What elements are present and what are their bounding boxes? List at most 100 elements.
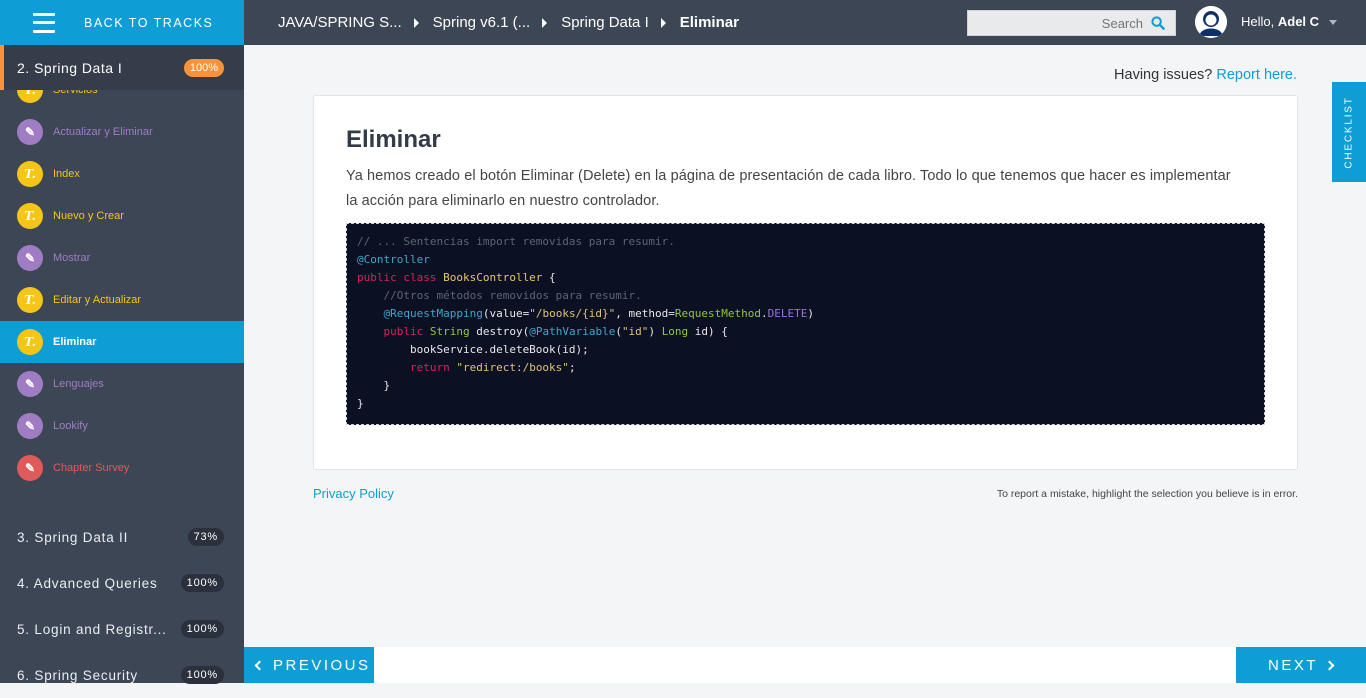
code-token: "id": [621, 325, 649, 338]
hamburger-menu-icon[interactable]: [33, 12, 55, 33]
checklist-label: CHECKLIST: [1343, 95, 1355, 169]
sidebar: BACK TO TRACKS 2. Spring Data I 100% T. S…: [0, 0, 244, 684]
lesson-label: Index: [53, 168, 80, 180]
code-line: bookService.deleteBook(id);: [357, 341, 1254, 359]
back-to-tracks-link[interactable]: BACK TO TRACKS: [84, 16, 213, 30]
code-token: {: [542, 271, 556, 284]
chevron-right-icon: [1324, 660, 1335, 670]
code-token: .: [761, 307, 768, 320]
privacy-policy-link[interactable]: Privacy Policy: [313, 486, 394, 501]
breadcrumb-chapter[interactable]: Spring Data I: [561, 14, 649, 31]
checklist-tab[interactable]: CHECKLIST: [1332, 82, 1366, 182]
user-name: Adel C: [1277, 14, 1320, 29]
search-input[interactable]: [993, 15, 1143, 31]
code-block: // ... Sentencias import removidas para …: [346, 223, 1265, 425]
search-icon[interactable]: [1151, 16, 1165, 30]
page-title: Eliminar: [346, 126, 441, 153]
code-token: @RequestMapping: [383, 307, 483, 320]
breadcrumb-course[interactable]: Spring v6.1 (...: [433, 14, 531, 31]
progress-badge: 100%: [180, 620, 224, 638]
code-token: RequestMethod: [674, 307, 761, 320]
lesson-item[interactable]: ✎ Lenguajes: [0, 363, 244, 405]
code-token: destroy(: [469, 325, 530, 338]
code-line: public String destroy(@PathVariable("id"…: [357, 323, 1254, 341]
next-label: NEXT: [1268, 656, 1319, 674]
code-token: }: [357, 379, 391, 392]
code-token: (: [615, 325, 622, 338]
text-lesson-icon: T.: [17, 90, 43, 103]
lesson-label: Editar y Actualizar: [53, 294, 142, 306]
caret-right-icon: [542, 17, 548, 28]
main-content: Having issues? Report here. Eliminar Ya …: [244, 45, 1366, 647]
code-line: }: [357, 377, 1254, 395]
progress-badge: 100%: [180, 574, 224, 592]
chapter-item[interactable]: 5. Login and Registr... 100%: [0, 606, 244, 652]
text-lesson-icon: T.: [17, 287, 43, 313]
user-menu[interactable]: Hello, Adel C: [1241, 14, 1337, 29]
current-chapter[interactable]: 2. Spring Data I 100%: [0, 45, 244, 90]
breadcrumb-track[interactable]: JAVA/SPRING S...: [278, 14, 402, 31]
code-token: @PathVariable: [529, 325, 616, 338]
lesson-item[interactable]: ✎ Chapter Survey: [0, 447, 244, 489]
lesson-label: Lenguajes: [53, 378, 104, 390]
lesson-item[interactable]: T. Index: [0, 153, 244, 195]
search-box[interactable]: [967, 10, 1176, 36]
caret-down-icon[interactable]: [1328, 20, 1337, 26]
chapter-title: 5. Login and Registr...: [17, 621, 167, 637]
code-token: DELETE: [767, 307, 808, 320]
code-line: }: [357, 395, 1254, 413]
caret-right-icon: [413, 17, 419, 28]
text-lesson-icon: T.: [17, 203, 43, 229]
code-line: @Controller: [357, 251, 1254, 269]
lesson-item[interactable]: T. Nuevo y Crear: [0, 195, 244, 237]
lesson-card: Eliminar Ya hemos creado el botón Elimin…: [313, 95, 1298, 470]
lesson-label: Lookify: [53, 420, 88, 432]
chapter-item[interactable]: 6. Spring Security 100%: [0, 652, 244, 698]
code-line: @RequestMapping(value="/books/{id}", met…: [357, 305, 1254, 323]
greeting-text: Hello,: [1241, 14, 1275, 29]
chevron-left-icon: [254, 660, 265, 670]
code-line: public class BooksController {: [357, 269, 1254, 287]
code-line: //Otros métodos removidos para resumir.: [357, 287, 1254, 305]
progress-badge: 73%: [187, 528, 224, 546]
chapter-item[interactable]: 3. Spring Data II 73%: [0, 514, 244, 560]
code-token: Long: [661, 325, 689, 338]
code-token: BooksController: [443, 271, 543, 284]
lesson-label: Actualizar y Eliminar: [53, 126, 153, 138]
report-link[interactable]: Report here.: [1216, 67, 1297, 83]
code-token: id) {: [688, 325, 728, 338]
issues-notice: Having issues? Report here.: [1114, 67, 1297, 83]
progress-badge: 100%: [180, 666, 224, 684]
lesson-item[interactable]: ✎ Mostrar: [0, 237, 244, 279]
lesson-label: Nuevo y Crear: [53, 210, 124, 222]
avatar[interactable]: [1195, 6, 1227, 38]
next-button[interactable]: NEXT: [1236, 647, 1366, 683]
lesson-label: Servicios: [53, 90, 98, 96]
code-token: // ... Sentencias import removidas para …: [357, 235, 675, 248]
code-line: return "redirect:/books";: [357, 359, 1254, 377]
code-token: ;: [568, 361, 576, 374]
lesson-body: Ya hemos creado el botón Eliminar (Delet…: [346, 168, 1231, 209]
breadcrumb: JAVA/SPRING S... Spring v6.1 (... Spring…: [278, 14, 751, 31]
code-token: "redirect:/books": [456, 361, 569, 374]
lesson-item[interactable]: ✎ Actualizar y Eliminar: [0, 111, 244, 153]
lesson-item[interactable]: ✎ Lookify: [0, 405, 244, 447]
sidebar-header: BACK TO TRACKS: [0, 0, 244, 45]
chapter-title: 2. Spring Data I: [17, 59, 123, 76]
code-token: bookService.deleteBook(id);: [357, 343, 589, 356]
lesson-list: T. Servicios ✎ Actualizar y Eliminar T. Index…: [0, 90, 244, 514]
chapter-title: 3. Spring Data II: [17, 529, 129, 545]
breadcrumb-lesson: Eliminar: [679, 14, 739, 31]
code-token: }: [357, 397, 364, 410]
lesson-item[interactable]: T. Editar y Actualizar: [0, 279, 244, 321]
lesson-item[interactable]: T. Servicios: [0, 90, 244, 111]
code-token: "/books/{id}": [529, 307, 616, 320]
previous-button[interactable]: PREVIOUS: [244, 647, 374, 683]
code-token: @Controller: [357, 253, 430, 266]
chapter-title: 4. Advanced Queries: [17, 575, 158, 591]
chapter-item[interactable]: 4. Advanced Queries 100%: [0, 560, 244, 606]
lesson-label: Eliminar: [53, 336, 97, 348]
pencil-icon: ✎: [17, 245, 43, 271]
lesson-item[interactable]: T. Eliminar: [0, 321, 244, 363]
